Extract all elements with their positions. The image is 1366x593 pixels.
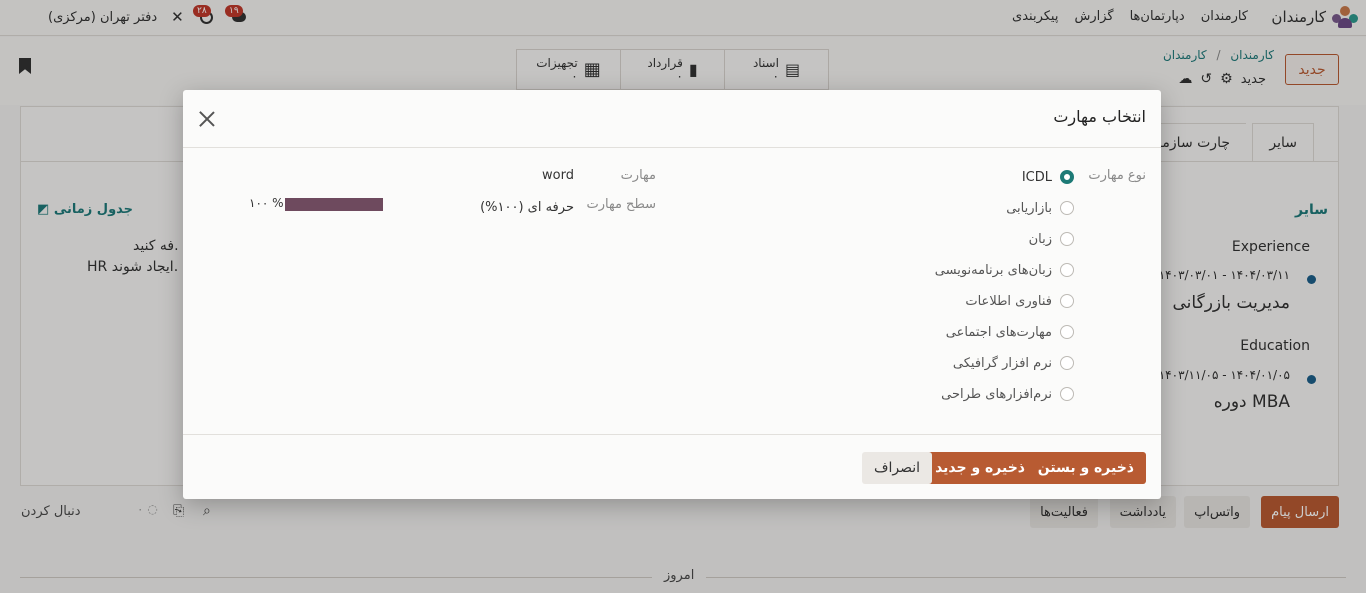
skill-level-field[interactable]: حرفه ای (۱۰۰%)	[480, 200, 574, 215]
dialog-title: انتخاب مهارت	[1053, 107, 1146, 126]
skill-level-progress-bar	[285, 198, 383, 211]
radio-option-social[interactable]: مهارت‌های اجتماعی	[946, 322, 1074, 342]
progress-fill	[285, 198, 383, 211]
dialog-footer: ذخیره و بستن ذخیره و جدید انصراف	[183, 434, 1161, 499]
progress-percent: ۱۰۰ %	[249, 196, 284, 210]
radio-button[interactable]	[1060, 387, 1074, 401]
radio-button[interactable]	[1060, 325, 1074, 339]
radio-option-icdl[interactable]: ICDL	[1022, 167, 1074, 187]
radio-button[interactable]	[1060, 232, 1074, 246]
radio-button[interactable]	[1060, 170, 1074, 184]
radio-button[interactable]	[1060, 294, 1074, 308]
radio-option-language[interactable]: زبان	[1029, 229, 1074, 249]
radio-option-programming[interactable]: زبان‌های برنامه‌نویسی	[935, 260, 1074, 280]
radio-button[interactable]	[1060, 263, 1074, 277]
radio-button[interactable]	[1060, 356, 1074, 370]
radio-option-design[interactable]: نرم‌افزارهای طراحی	[941, 384, 1074, 404]
close-icon[interactable]	[197, 109, 217, 129]
discard-button[interactable]: انصراف	[861, 452, 932, 484]
save-new-button[interactable]: ذخیره و جدید	[923, 452, 1037, 484]
save-close-button[interactable]: ذخیره و بستن	[1025, 452, 1146, 484]
radio-option-marketing[interactable]: بازاریابی	[1006, 198, 1074, 218]
skill-type-label: نوع مهارت	[1088, 168, 1146, 183]
radio-button[interactable]	[1060, 201, 1074, 215]
radio-option-it[interactable]: فناوری اطلاعات	[965, 291, 1074, 311]
dialog-header: انتخاب مهارت	[183, 90, 1161, 148]
radio-option-graphics[interactable]: نرم افزار گرافیکی	[953, 353, 1074, 373]
skill-field[interactable]: word	[542, 168, 574, 183]
skill-level-label: سطح مهارت	[586, 197, 656, 212]
select-skill-dialog: انتخاب مهارت نوع مهارت ICDL بازاریابی زب…	[183, 90, 1161, 499]
skill-label: مهارت	[620, 168, 656, 183]
